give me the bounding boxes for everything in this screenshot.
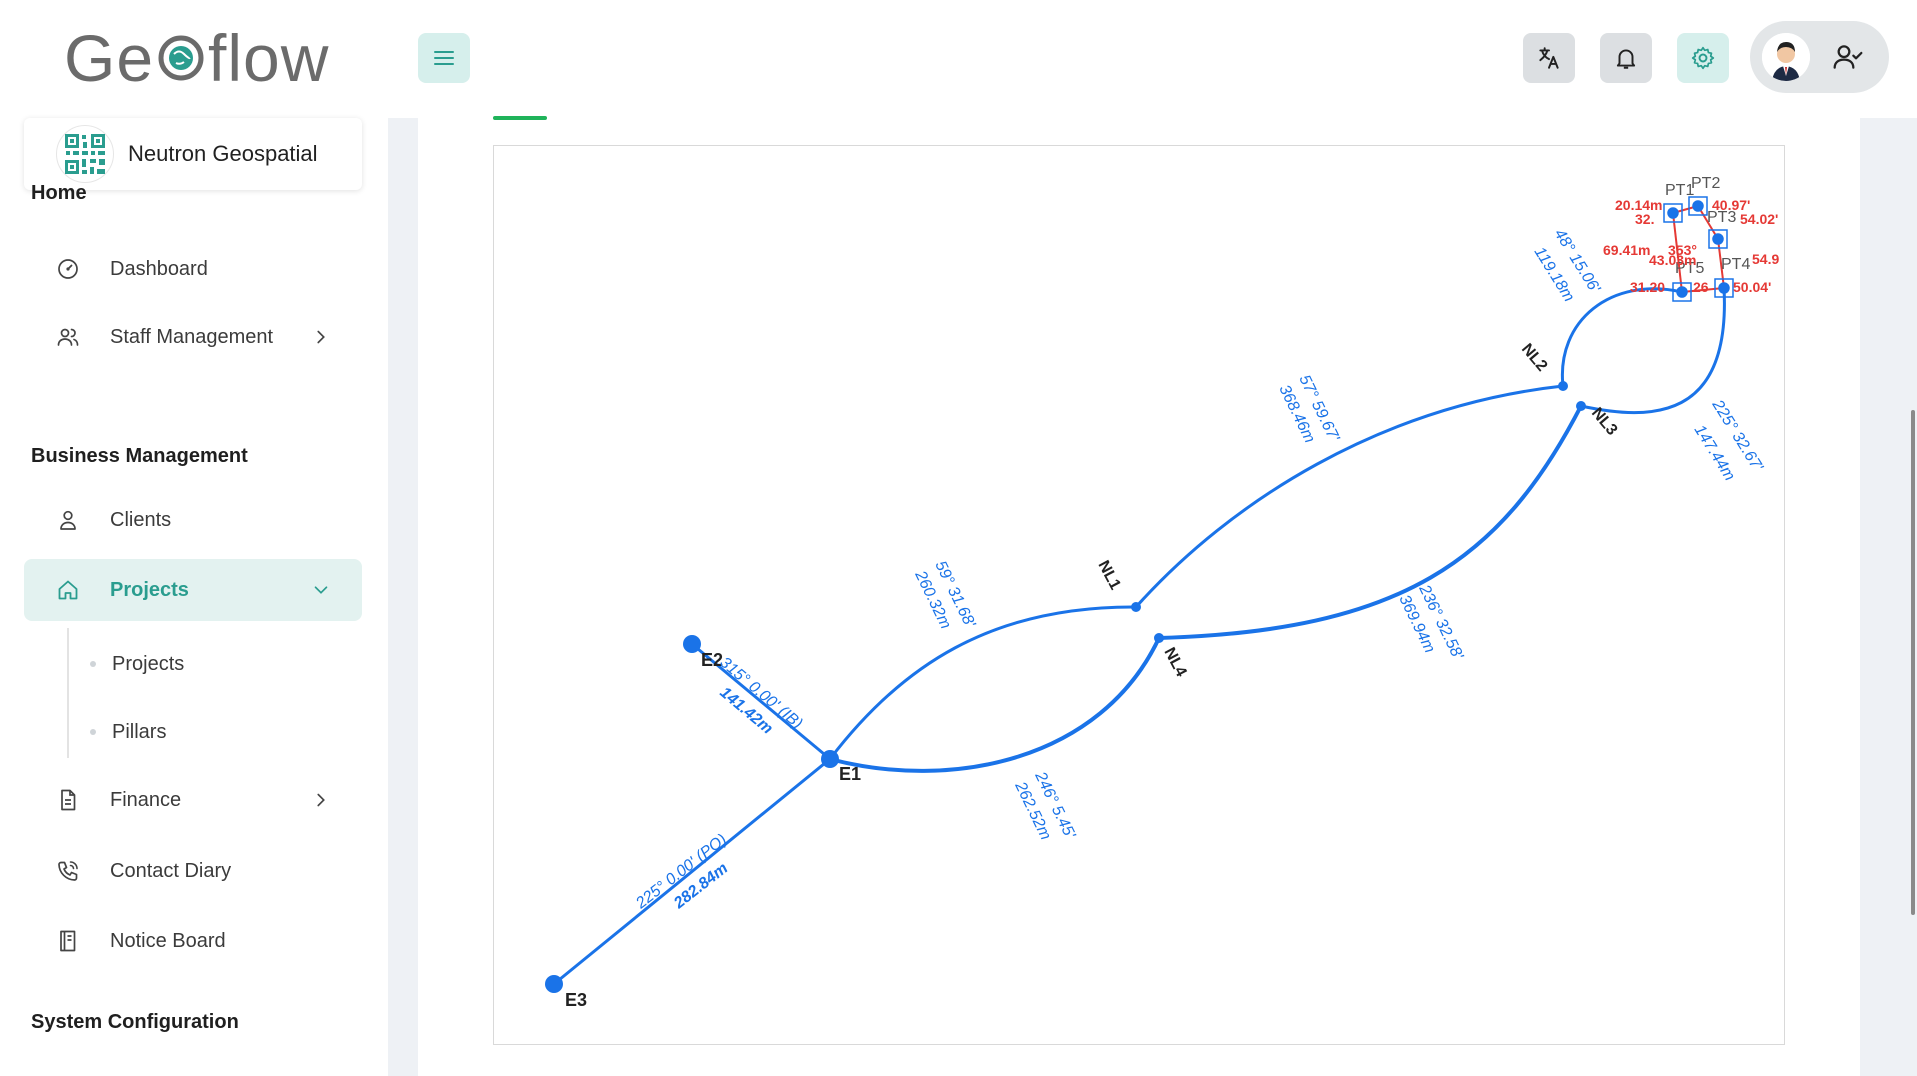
user-icon <box>60 510 76 530</box>
point-e3[interactable] <box>545 975 563 993</box>
chevron-right-icon <box>317 793 325 807</box>
pillar-label-g: 43.03m <box>1649 252 1696 268</box>
section-business-management: Business Management <box>31 445 248 467</box>
sidebar-item-label: Staff Management <box>110 325 274 348</box>
home-icon <box>58 580 78 600</box>
avatar <box>1762 33 1810 81</box>
phone-call-icon <box>58 861 78 881</box>
language-button[interactable] <box>1523 33 1575 83</box>
section-home: Home <box>31 182 87 204</box>
sidebar-item-label: Projects <box>110 578 189 601</box>
pillar-label-j: 26 <box>1693 279 1709 295</box>
bullet-icon <box>90 729 96 735</box>
label-nl1: NL1 <box>1094 558 1123 593</box>
sidebar-item-contact-diary[interactable]: Contact Diary <box>24 840 362 902</box>
organization-name: Neutron Geospatial <box>128 141 318 166</box>
top-header: Ge flow <box>0 0 1917 118</box>
label-pt2: PT2 <box>1691 175 1720 192</box>
page-scrollbar[interactable] <box>1911 410 1915 915</box>
point-nl3[interactable] <box>1576 401 1586 411</box>
menu-toggle-button[interactable] <box>418 33 470 83</box>
profile-menu[interactable] <box>1750 21 1889 93</box>
sidebar-item-clients[interactable]: Clients <box>24 489 362 551</box>
label-e3: E3 <box>565 990 587 1010</box>
sidebar-item-label: Notice Board <box>110 929 226 952</box>
pillar-label-h: 54.9 <box>1752 251 1779 267</box>
document-icon <box>61 789 76 811</box>
submenu-item-pillars[interactable]: Pillars <box>90 712 166 752</box>
submenu-guide-line <box>67 628 69 758</box>
survey-map[interactable]: E1 E2 E3 NL1 NL2 NL3 NL4 PT1 PT2 PT3 PT4… <box>493 145 1785 1045</box>
organization-card[interactable]: Neutron Geospatial <box>24 118 362 190</box>
submenu-item-label: Pillars <box>112 720 167 743</box>
sidebar-item-notice-board[interactable]: Notice Board <box>24 910 362 972</box>
survey-map-canvas[interactable]: E1 E2 E3 NL1 NL2 NL3 NL4 PT1 PT2 PT3 PT4… <box>494 146 1786 1046</box>
bullet-icon <box>90 661 96 667</box>
qr-code-icon <box>65 134 105 174</box>
sidebar-item-staff-management[interactable]: Staff Management <box>24 306 362 368</box>
sidebar-item-projects[interactable]: Projects <box>24 559 362 621</box>
globe-icon <box>158 35 204 81</box>
users-icon <box>57 328 79 346</box>
sidebar-item-dashboard[interactable]: Dashboard <box>24 238 362 300</box>
user-avatar-icon <box>1762 33 1810 81</box>
point-e2[interactable] <box>683 635 701 653</box>
geoflow-logo[interactable]: Ge flow <box>64 21 330 95</box>
sidebar-item-label: Clients <box>110 508 172 531</box>
logo-text-right: flow <box>208 21 330 95</box>
translate-icon <box>1539 47 1559 69</box>
logo-text-left: Ge <box>64 21 155 95</box>
curve-nl3-pt4 <box>1580 287 1726 415</box>
sidebar-item-label: Finance <box>110 788 182 811</box>
point-nl2[interactable] <box>1558 381 1568 391</box>
pillar-label-b: 32. <box>1635 211 1654 227</box>
submenu-item-label: Projects <box>112 652 185 675</box>
curve-nl1-nl2 <box>1134 384 1564 609</box>
sidebar-item-finance[interactable]: Finance <box>24 769 362 831</box>
active-tab-indicator <box>493 116 547 120</box>
pillar-label-e: 69.41m <box>1603 242 1650 258</box>
sidebar-item-label: Contact Diary <box>110 859 232 882</box>
label-pt4: PT4 <box>1721 256 1750 273</box>
point-e1[interactable] <box>821 750 839 768</box>
notebook-icon <box>60 930 76 952</box>
chevron-right-icon <box>317 330 325 344</box>
curve-e1-nl1 <box>828 605 1137 760</box>
bell-icon <box>1616 49 1636 69</box>
gauge-icon <box>58 259 78 279</box>
gear-icon <box>1691 46 1715 70</box>
label-e1: E1 <box>839 764 861 784</box>
point-nl4[interactable] <box>1154 633 1164 643</box>
menu-icon <box>434 51 454 65</box>
sidebar-item-label: Dashboard <box>110 257 208 280</box>
chevron-down-icon <box>314 586 328 594</box>
curve-nl4-nl3 <box>1158 405 1583 640</box>
submenu-item-projects[interactable]: Projects <box>90 644 184 684</box>
label-nl4: NL4 <box>1160 645 1189 680</box>
settings-button[interactable] <box>1677 33 1729 83</box>
sidebar: Neutron Geospatial Home Dashboard Staff … <box>0 118 388 1076</box>
notifications-button[interactable] <box>1600 33 1652 83</box>
pillar-label-k: 50.04' <box>1733 279 1771 295</box>
section-system-configuration: System Configuration <box>31 1011 239 1033</box>
label-nl2: NL2 <box>1518 341 1551 375</box>
curve-nl2-pt5 <box>1560 287 1683 387</box>
user-check-icon <box>1833 45 1863 69</box>
organization-logo <box>56 125 114 183</box>
point-nl1[interactable] <box>1131 602 1141 612</box>
pillar-label-i: 31.20 <box>1630 279 1665 295</box>
pillar-label-d: 54.02' <box>1740 211 1778 227</box>
